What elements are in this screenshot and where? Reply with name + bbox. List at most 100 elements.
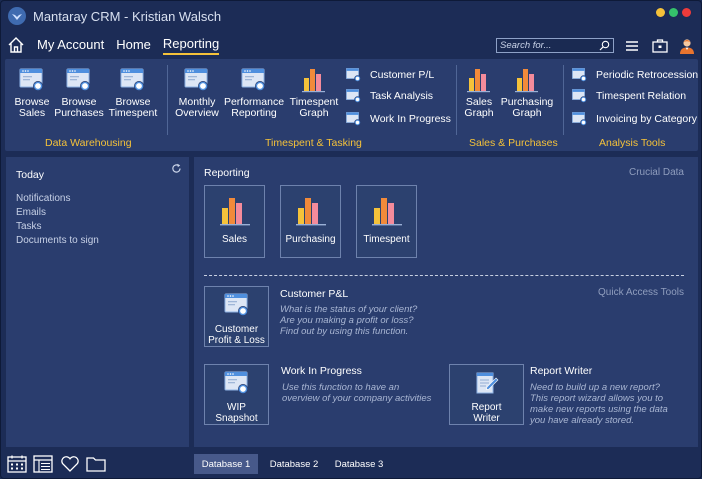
- invoicing-by-category-button[interactable]: Invoicing by Category: [572, 112, 697, 126]
- window-icon: [66, 67, 92, 93]
- calendar-icon[interactable]: [7, 455, 27, 473]
- tab-database-3[interactable]: Database 3: [328, 454, 390, 474]
- customer-profit-loss-tile[interactable]: Customer Profit & Loss: [204, 286, 269, 347]
- periodic-retrocession-button[interactable]: Periodic Retrocession: [572, 68, 698, 82]
- tile-sales[interactable]: Sales: [204, 185, 265, 258]
- tile-purchasing-label: Purchasing: [285, 234, 336, 245]
- list-view-icon[interactable]: [33, 455, 53, 473]
- customer-pl-label: Customer P/L: [370, 69, 435, 81]
- window-icon: [184, 67, 210, 93]
- group-label-data-warehousing: Data Warehousing: [45, 137, 132, 149]
- timespent-graph-label: Timespent Graph: [289, 96, 339, 119]
- browse-purchases-label: Browse Purchases: [54, 96, 104, 119]
- browse-timespent-label: Browse Timespent: [108, 96, 158, 119]
- today-item-notifications[interactable]: Notifications: [16, 192, 99, 206]
- group-label-analysis-tools: Analysis Tools: [599, 137, 666, 149]
- report-writer-tile[interactable]: Report Writer: [449, 364, 524, 425]
- today-item-tasks[interactable]: Tasks: [16, 220, 99, 234]
- window-icon: [241, 67, 267, 93]
- ribbon-toolbar: Browse Sales Browse Purchases Browse Tim…: [5, 59, 698, 151]
- timespent-relation-button[interactable]: Timespent Relation: [572, 89, 686, 103]
- periodic-retrocession-label: Periodic Retrocession: [596, 69, 699, 81]
- window-small-icon: [346, 89, 361, 103]
- wip-snapshot-tile-label: WIP Snapshot: [215, 402, 258, 424]
- window-small-icon: [572, 112, 587, 126]
- title-bar: Mantaray CRM - Kristian Walsch: [1, 1, 701, 31]
- sales-graph-button[interactable]: Sales Graph: [462, 67, 496, 119]
- minimize-button[interactable]: [656, 8, 665, 17]
- user-avatar-icon[interactable]: [678, 37, 696, 55]
- tile-purchasing[interactable]: Purchasing: [280, 185, 341, 258]
- nav-reporting[interactable]: Reporting: [162, 36, 220, 55]
- app-window: Mantaray CRM - Kristian Walsch My Accoun…: [0, 0, 702, 479]
- bar-chart-icon: [466, 67, 492, 93]
- window-icon: [224, 292, 250, 318]
- timespent-relation-label: Timespent Relation: [596, 90, 687, 102]
- wip-snapshot-tile[interactable]: WIP Snapshot: [204, 364, 269, 425]
- notepad-pen-icon: [476, 372, 498, 394]
- wip-title: Work In Progress: [281, 365, 362, 377]
- reporting-title: Reporting: [204, 167, 250, 179]
- refresh-icon[interactable]: [171, 163, 182, 174]
- tile-timespent-label: Timespent: [363, 234, 410, 245]
- search-input[interactable]: [497, 40, 597, 51]
- performance-reporting-button[interactable]: Performance Reporting: [224, 67, 284, 119]
- close-button[interactable]: [682, 8, 691, 17]
- window-icon: [120, 67, 146, 93]
- task-analysis-button[interactable]: Task Analysis: [346, 89, 433, 103]
- monthly-overview-label: Monthly Overview: [175, 96, 219, 119]
- tile-timespent[interactable]: Timespent: [356, 185, 417, 258]
- window-title: Mantaray CRM - Kristian Walsch: [33, 8, 222, 24]
- performance-reporting-label: Performance Reporting: [223, 96, 285, 119]
- browse-timespent-button[interactable]: Browse Timespent: [107, 67, 159, 119]
- tile-sales-label: Sales: [221, 234, 247, 245]
- browse-sales-button[interactable]: Browse Sales: [13, 67, 51, 119]
- window-controls: [656, 8, 691, 17]
- timespent-graph-button[interactable]: Timespent Graph: [288, 67, 340, 119]
- report-writer-title: Report Writer: [530, 365, 593, 377]
- today-title: Today: [16, 169, 45, 181]
- report-writer-tile-label: Report Writer: [471, 402, 502, 424]
- bar-chart-icon: [370, 194, 404, 228]
- today-panel: Today Notifications Emails Tasks Documen…: [6, 157, 189, 447]
- today-list: Notifications Emails Tasks Documents to …: [16, 192, 99, 248]
- purchasing-graph-button[interactable]: Purchasing Graph: [501, 67, 553, 119]
- today-item-emails[interactable]: Emails: [16, 206, 99, 220]
- window-small-icon: [346, 112, 361, 126]
- browse-sales-label: Browse Sales: [14, 96, 50, 119]
- browse-purchases-button[interactable]: Browse Purchases: [54, 67, 104, 119]
- work-in-progress-label: Work In Progress: [370, 113, 451, 125]
- tab-database-1[interactable]: Database 1: [194, 454, 258, 474]
- monthly-overview-button[interactable]: Monthly Overview: [175, 67, 219, 119]
- app-logo-icon: [8, 7, 26, 25]
- work-in-progress-button[interactable]: Work In Progress: [346, 112, 451, 126]
- quick-access-label: Quick Access Tools: [598, 287, 684, 298]
- window-icon: [224, 370, 250, 396]
- nav-my-account[interactable]: My Account: [37, 37, 104, 54]
- ribbon-separator: [167, 65, 168, 135]
- group-label-timespent-tasking: Timespent & Tasking: [265, 137, 362, 149]
- today-item-documents-to-sign[interactable]: Documents to sign: [16, 234, 99, 248]
- nav-home[interactable]: Home: [116, 37, 151, 54]
- customer-pl-button[interactable]: Customer P/L: [346, 68, 434, 82]
- window-small-icon: [572, 89, 587, 103]
- menu-icon[interactable]: [623, 37, 641, 55]
- ribbon-separator: [563, 65, 564, 135]
- maximize-button[interactable]: [669, 8, 678, 17]
- window-icon: [19, 67, 45, 93]
- reporting-subtitle: Crucial Data: [628, 167, 684, 178]
- heart-icon[interactable]: [60, 455, 80, 473]
- wip-description: Use this function to have an overview of…: [282, 382, 432, 404]
- purchasing-graph-label: Purchasing Graph: [500, 96, 554, 119]
- task-analysis-label: Task Analysis: [370, 90, 434, 102]
- folder-icon[interactable]: [86, 455, 106, 473]
- home-icon[interactable]: [7, 36, 25, 54]
- bar-chart-icon: [301, 67, 327, 93]
- customer-profit-loss-tile-label: Customer Profit & Loss: [208, 324, 265, 346]
- bar-chart-icon: [294, 194, 328, 228]
- tab-database-2[interactable]: Database 2: [263, 454, 325, 474]
- window-small-icon: [572, 68, 587, 82]
- briefcase-icon[interactable]: [651, 37, 669, 55]
- reporting-panel: Reporting Crucial Data Sales Purchasing …: [194, 157, 698, 447]
- search-icon[interactable]: [599, 40, 610, 51]
